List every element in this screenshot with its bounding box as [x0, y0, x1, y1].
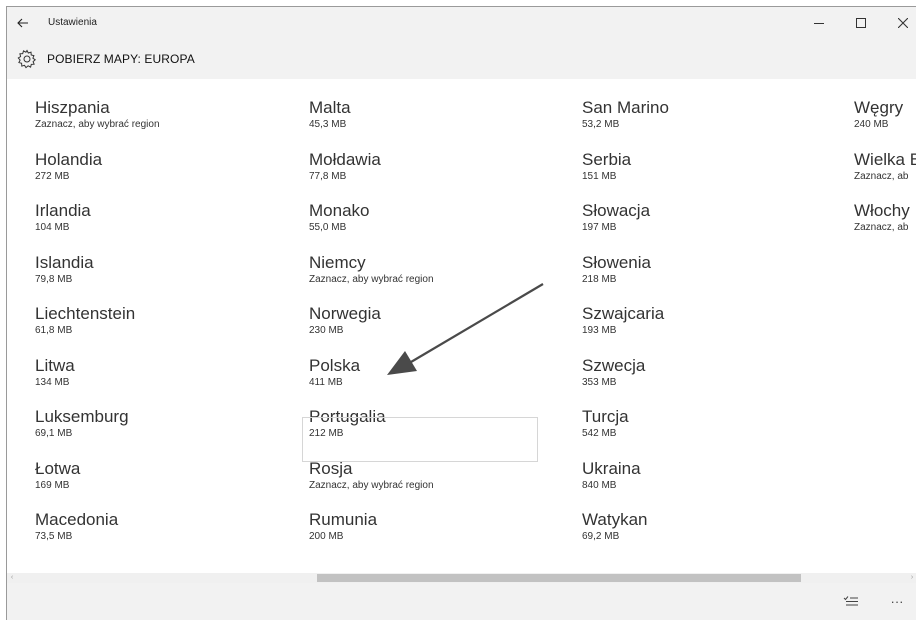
close-icon — [898, 18, 908, 28]
gear-icon — [17, 49, 37, 69]
region-list: Hiszpania Zaznacz, aby wybrać region Hola… — [7, 79, 916, 576]
minimize-icon — [814, 23, 824, 24]
select-items-button[interactable] — [837, 589, 865, 613]
close-button[interactable] — [881, 7, 916, 39]
command-bar: ··· — [7, 583, 916, 620]
page-title: POBIERZ MAPY: EUROPA — [47, 52, 195, 66]
minimize-button[interactable] — [797, 7, 841, 39]
back-button[interactable] — [7, 7, 39, 39]
maximize-icon — [856, 18, 866, 28]
annotation-arrow-icon — [387, 283, 544, 375]
more-icon: ··· — [890, 593, 904, 609]
checklist-icon — [843, 596, 858, 606]
horizontal-scrollbar[interactable]: ‹ › — [7, 573, 916, 583]
scroll-left-icon[interactable]: ‹ — [7, 573, 17, 583]
app-title: Ustawienia — [48, 17, 97, 28]
page-header: POBIERZ MAPY: EUROPA — [7, 39, 916, 79]
settings-window: Ustawienia POBIERZ MAPY: EUROPA Hiszpani… — [6, 6, 916, 620]
back-arrow-icon — [17, 18, 28, 28]
scroll-right-icon[interactable]: › — [907, 573, 916, 583]
scroll-thumb[interactable] — [317, 574, 801, 582]
maximize-button[interactable] — [839, 7, 883, 39]
title-bar: Ustawienia — [7, 7, 916, 39]
more-options-button[interactable]: ··· — [883, 589, 911, 613]
